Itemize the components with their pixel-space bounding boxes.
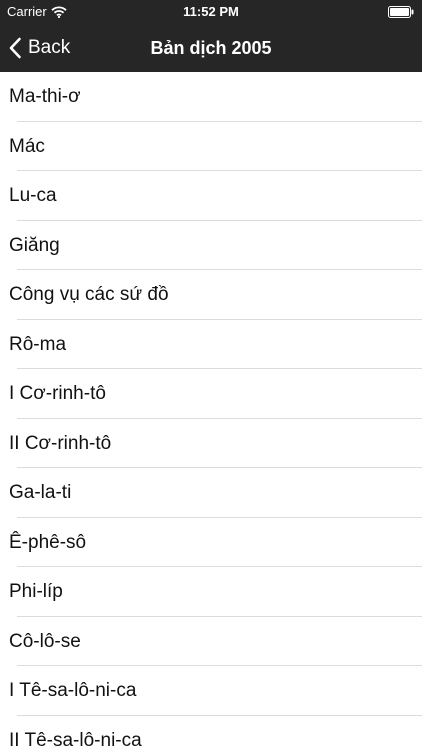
list-item-book[interactable]: Công vụ các sứ đồ (0, 270, 422, 320)
list-item-label: II Tê-sa-lô-ni-ca (9, 729, 142, 750)
status-bar: Carrier 11:52 PM (0, 0, 422, 24)
page-title: Bản dịch 2005 (150, 38, 272, 58)
list-item-label: Mác (9, 135, 45, 157)
app-screen: Carrier 11:52 PM Back Bản dịch 2005 Ma-t… (0, 0, 422, 750)
header: Carrier 11:52 PM Back Bản dịch 2005 (0, 0, 422, 72)
navigation-bar: Back Bản dịch 2005 (0, 24, 422, 72)
list-item-book[interactable]: I Cơ-rinh-tô (0, 369, 422, 419)
list-item-label: Lu-ca (9, 185, 57, 206)
list-item-book[interactable]: Giăng (0, 221, 422, 270)
list-item-label: I Cơ-rinh-tô (9, 383, 106, 404)
list-item-book[interactable]: Cô-lô-se (0, 617, 422, 666)
status-time: 11:52 PM (183, 4, 239, 19)
list-item-book[interactable]: Rô-ma (0, 320, 422, 369)
list-item-label: Giăng (9, 234, 60, 256)
list-item-label: Cô-lô-se (9, 630, 81, 652)
list-item-label: Rô-ma (9, 333, 67, 355)
battery-icon (388, 6, 414, 18)
book-list: Ma-thi-ơ Mác Lu-ca Giăng Công vụ các sứ … (0, 72, 422, 750)
list-item-book[interactable]: Ê-phê-sô (0, 518, 422, 567)
list-item-book[interactable]: Ga-la-ti (0, 468, 422, 518)
list-item-book[interactable]: Ma-thi-ơ (0, 72, 422, 122)
list-item-label: I Tê-sa-lô-ni-ca (9, 680, 137, 701)
list-item-label: II Cơ-rinh-tô (9, 432, 112, 454)
list-item-label: Ga-la-ti (9, 482, 72, 503)
list-item-book[interactable]: Mác (0, 122, 422, 171)
list-item-book[interactable]: II Cơ-rinh-tô (0, 419, 422, 468)
list-item-label: Ma-thi-ơ (9, 86, 81, 107)
list-item-book[interactable]: II Tê-sa-lô-ni-ca (0, 716, 422, 750)
list-item-label: Ê-phê-sô (9, 531, 87, 553)
list-item-book[interactable]: Phi-líp (0, 567, 422, 617)
list-item-book[interactable]: Lu-ca (0, 171, 422, 221)
list-item-book[interactable]: I Tê-sa-lô-ni-ca (0, 666, 422, 716)
list-item-label: Phi-líp (9, 581, 63, 602)
list-item-label: Công vụ các sứ đồ (9, 284, 169, 305)
